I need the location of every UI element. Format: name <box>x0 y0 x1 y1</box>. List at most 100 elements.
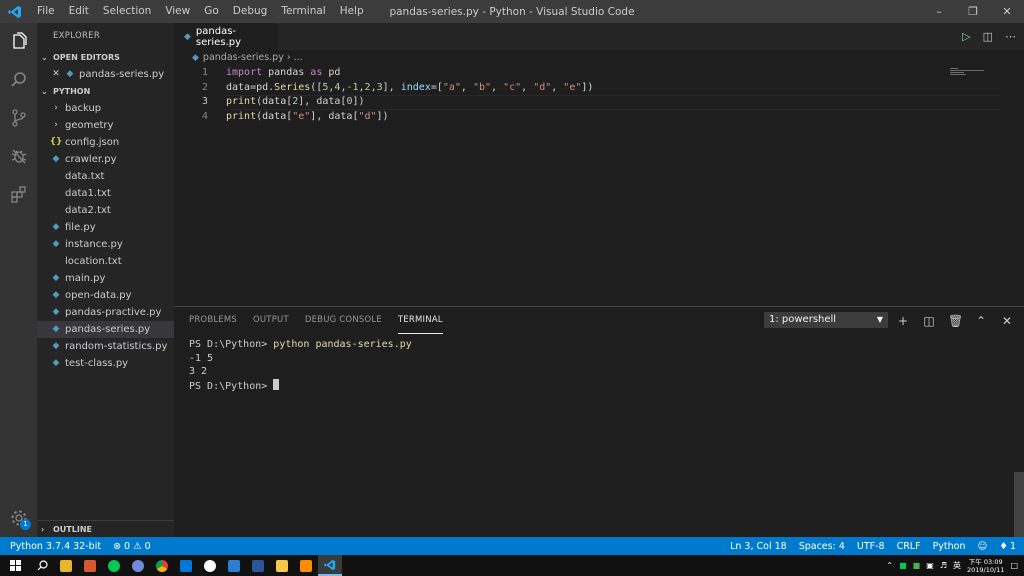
folder-item[interactable]: › backup <box>37 100 174 117</box>
file-explorer-icon[interactable] <box>54 555 78 576</box>
menu-edit[interactable]: Edit <box>62 0 96 23</box>
trash-icon[interactable]: 🗑 <box>948 314 963 328</box>
menu-terminal[interactable]: Terminal <box>274 0 332 23</box>
file-item[interactable]: ◆ open-data.py <box>37 287 174 304</box>
close-icon[interactable]: ✕ <box>990 0 1024 23</box>
outline-header[interactable]: › OUTLINE <box>37 520 174 537</box>
tree-item-label: config.json <box>65 137 120 148</box>
tray-app-icon[interactable]: ■ <box>899 561 907 570</box>
debug-icon[interactable] <box>0 137 37 175</box>
encoding[interactable]: UTF-8 <box>857 541 885 552</box>
terminal-output[interactable]: PS D:\Python> python pandas-series.py -1… <box>174 334 1024 392</box>
problems-indicator[interactable]: ⊗ 0 ⚠ 0 <box>113 541 151 552</box>
menu-help[interactable]: Help <box>333 0 371 23</box>
language-mode[interactable]: Python <box>933 541 966 552</box>
file-item[interactable]: ◆ main.py <box>37 270 174 287</box>
search-icon[interactable] <box>30 555 54 576</box>
menu-view[interactable]: View <box>158 0 197 23</box>
ime-indicator[interactable]: 英 <box>953 560 961 571</box>
file-item[interactable]: data2.txt <box>37 202 174 219</box>
restore-icon[interactable]: ❐ <box>956 0 990 23</box>
file-item[interactable]: ◆ random-statistics.py <box>37 338 174 355</box>
cursor-position[interactable]: Ln 3, Col 18 <box>730 541 787 552</box>
file-item[interactable]: ◆ file.py <box>37 219 174 236</box>
new-terminal-icon[interactable]: + <box>896 314 910 328</box>
line-number: 1 <box>201 67 208 78</box>
discord-icon[interactable] <box>126 555 150 576</box>
open-editors-header[interactable]: ⌄ OPEN EDITORS <box>37 49 174 66</box>
line-app-icon[interactable] <box>102 555 126 576</box>
unity-icon[interactable] <box>198 555 222 576</box>
file-item[interactable]: {} config.json <box>37 134 174 151</box>
tab-output[interactable]: OUTPUT <box>253 307 289 334</box>
chevron-up-icon[interactable]: ⌃ <box>886 561 893 570</box>
maximize-panel-icon[interactable]: ⌃ <box>974 314 988 328</box>
tree-item-label: crawler.py <box>65 154 117 165</box>
sticky-notes-icon[interactable] <box>270 555 294 576</box>
line-ending[interactable]: CRLF <box>897 541 921 552</box>
code-token: , <box>521 81 534 93</box>
tab-problems[interactable]: PROBLEMS <box>189 307 237 334</box>
breadcrumb-file[interactable]: pandas-series.py <box>203 50 284 66</box>
tray-app-icon[interactable]: ■ <box>913 561 921 570</box>
file-item[interactable]: ◆ crawler.py <box>37 151 174 168</box>
chrome-icon[interactable] <box>150 555 174 576</box>
file-item[interactable]: ◆ test-class.py <box>37 355 174 372</box>
file-item[interactable]: ◆ instance.py <box>37 236 174 253</box>
explorer-icon[interactable] <box>0 23 37 61</box>
folder-item[interactable]: › geometry <box>37 117 174 134</box>
code-token: print <box>226 96 257 107</box>
indentation[interactable]: Spaces: 4 <box>799 541 845 552</box>
photos-icon[interactable] <box>222 555 246 576</box>
run-icon[interactable]: ▷ <box>962 30 970 43</box>
close-icon[interactable]: ✕ <box>51 66 61 83</box>
settings-gear-icon[interactable]: 1 <box>0 499 37 537</box>
feedback-smiley-icon[interactable]: ☺ <box>978 541 988 552</box>
close-panel-icon[interactable]: ✕ <box>1000 314 1014 328</box>
code-text: import pandas as pd <box>208 66 340 81</box>
action-center-icon[interactable]: □ <box>1010 561 1018 570</box>
tab-terminal[interactable]: TERMINAL <box>397 307 443 334</box>
tab-pandas-series[interactable]: ◆ pandas-series.py <box>174 23 278 50</box>
file-item[interactable]: data1.txt <box>37 185 174 202</box>
file-item[interactable]: ◆ pandas-practive.py <box>37 304 174 321</box>
extensions-icon[interactable] <box>0 175 37 213</box>
search-icon[interactable] <box>0 61 37 99</box>
split-editor-icon[interactable]: ◫ <box>983 30 993 43</box>
open-editor-item[interactable]: ✕ ◆ pandas-series.py <box>37 66 174 83</box>
code-token: , <box>460 81 473 93</box>
python-folder-header[interactable]: ⌄ PYTHON <box>37 83 174 100</box>
more-actions-icon[interactable]: ⋯ <box>1005 30 1016 43</box>
code-editor[interactable]: 1 import pandas as pd 2 data=pd.Series([5,4… <box>174 66 1024 124</box>
windows-start-icon[interactable] <box>0 555 30 576</box>
panel-scrollbar[interactable] <box>1014 472 1024 538</box>
word-icon[interactable] <box>246 555 270 576</box>
volume-icon[interactable]: ♬ <box>940 561 947 570</box>
file-item[interactable]: location.txt <box>37 253 174 270</box>
minimap[interactable] <box>950 67 984 77</box>
file-item[interactable]: data.txt <box>37 168 174 185</box>
python-interpreter[interactable]: Python 3.7.4 32-bit <box>10 541 101 552</box>
tab-debug-console[interactable]: DEBUG CONSOLE <box>305 307 382 334</box>
file-item[interactable]: ◆ pandas-series.py <box>37 321 174 338</box>
mail-icon[interactable] <box>174 555 198 576</box>
menu-file[interactable]: File <box>30 0 62 23</box>
menu-go[interactable]: Go <box>197 0 226 23</box>
split-terminal-icon[interactable]: ◫ <box>922 314 936 328</box>
media-player-icon[interactable] <box>78 555 102 576</box>
source-control-icon[interactable] <box>0 99 37 137</box>
code-token: ]) <box>376 110 389 122</box>
code-token: data=pd. <box>226 81 275 93</box>
clock[interactable]: 下午 03:09 2019/10/11 <box>967 558 1004 574</box>
notifications[interactable]: ♦ 1 <box>999 541 1016 552</box>
vscode-taskbar-icon[interactable] <box>318 555 342 576</box>
menu-debug[interactable]: Debug <box>226 0 275 23</box>
network-icon[interactable]: ▣ <box>926 561 934 570</box>
terminal-select[interactable]: 1: powershell ▼ <box>764 312 888 328</box>
minimize-icon[interactable]: – <box>922 0 956 23</box>
menu-selection[interactable]: Selection <box>96 0 158 23</box>
code-line: 2 data=pd.Series([5,4,-1,2,3], index=["a"… <box>174 81 1024 96</box>
chevron-down-icon: ⌄ <box>41 87 48 96</box>
store-icon[interactable] <box>294 555 318 576</box>
breadcrumb-symbols[interactable]: ... <box>294 50 303 66</box>
